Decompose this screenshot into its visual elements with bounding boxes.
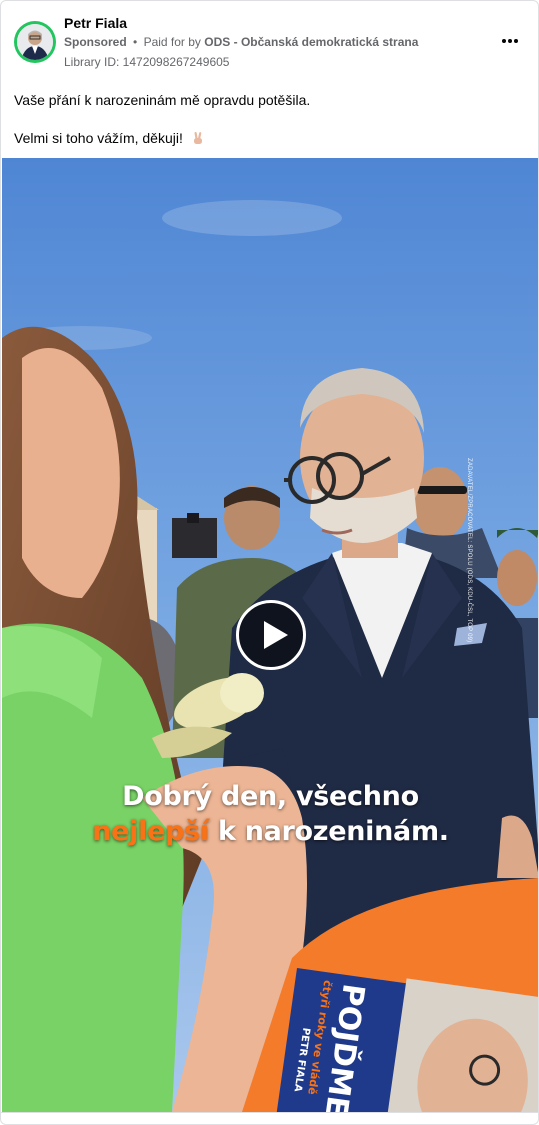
subtitle-highlight-word: nejlepší xyxy=(92,816,209,847)
subtitle-line-2-rest: k narozeninám. xyxy=(208,816,449,847)
video-subtitle-line-1: Dobrý den, všechno xyxy=(122,781,419,812)
victory-hand-icon xyxy=(193,132,202,144)
author-name[interactable]: Petr Fiala xyxy=(64,15,127,31)
author-avatar[interactable] xyxy=(14,21,56,63)
post-text: Vaše přání k narozeninám mě opravdu potě… xyxy=(14,91,524,147)
ad-post-card: Petr Fiala Sponsored • Paid for by ODS -… xyxy=(0,0,539,1125)
video-watermark: ZADAVATEL/ZPRACOVATEL: SPOLU (ODS, KDU-Č… xyxy=(466,458,472,643)
card-divider xyxy=(1,1112,538,1113)
payer-name[interactable]: ODS - Občanská demokratická strana xyxy=(204,35,418,49)
paid-for-prefix: Paid for by xyxy=(143,35,201,49)
sponsored-label: Sponsored xyxy=(64,35,127,49)
video-subtitle-line-2: nejlepší k narozeninám. xyxy=(2,816,538,847)
video-player[interactable]: ZADAVATEL/ZPRACOVATEL: SPOLU (ODS, KDU-Č… xyxy=(2,158,538,1112)
play-icon[interactable] xyxy=(236,600,306,670)
meta-separator: • xyxy=(133,35,138,49)
library-id: Library ID: 1472098267249605 xyxy=(64,55,230,69)
sponsored-line: Sponsored • Paid for by ODS - Občanská d… xyxy=(64,35,418,49)
post-text-line-2-text: Velmi si toho vážím, děkuji! xyxy=(14,130,183,146)
avatar-photo xyxy=(17,24,53,60)
more-options-icon[interactable] xyxy=(498,31,522,51)
post-text-line-1: Vaše přání k narozeninám mě opravdu potě… xyxy=(14,92,311,108)
post-text-line-2: Velmi si toho vážím, děkuji! xyxy=(14,129,524,147)
